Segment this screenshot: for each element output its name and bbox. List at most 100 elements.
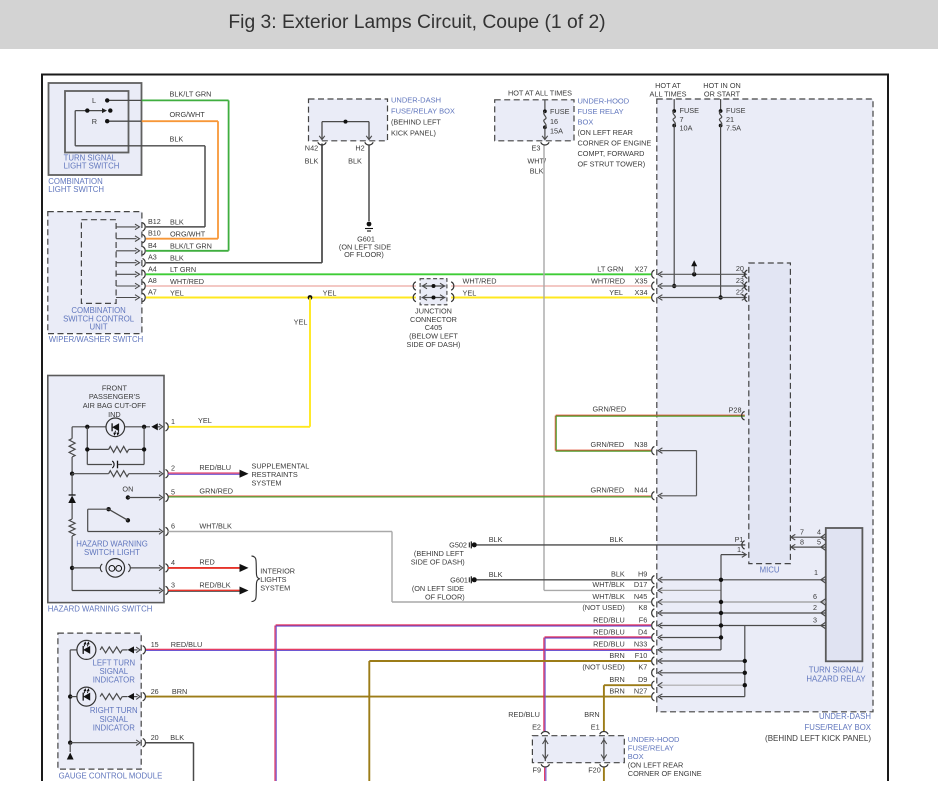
svg-text:F9: F9 [532, 766, 541, 775]
svg-text:H2: H2 [355, 144, 364, 153]
svg-text:4: 4 [171, 558, 175, 567]
svg-text:B4: B4 [148, 241, 157, 250]
svg-text:1: 1 [171, 417, 175, 426]
svg-text:FUSE/RELAY BOX: FUSE/RELAY BOX [391, 106, 455, 115]
svg-text:N27: N27 [634, 686, 647, 695]
svg-text:X27: X27 [635, 264, 648, 273]
svg-text:RED/BLK: RED/BLK [199, 580, 230, 589]
svg-text:E2: E2 [532, 723, 541, 732]
svg-text:Fig 3: Exterior Lamps Circuit,: Fig 3: Exterior Lamps Circuit, Coupe (1 … [228, 12, 605, 33]
svg-text:A7: A7 [148, 288, 157, 297]
svg-text:16: 16 [550, 117, 558, 126]
svg-text:26: 26 [151, 687, 159, 696]
svg-text:2: 2 [171, 464, 175, 473]
svg-text:F6: F6 [639, 615, 648, 624]
svg-text:BLK/LT GRN: BLK/LT GRN [170, 242, 212, 251]
svg-text:N45: N45 [634, 592, 647, 601]
svg-text:ALL TIMES: ALL TIMES [650, 90, 687, 99]
svg-text:YEL: YEL [323, 288, 337, 297]
svg-text:SYSTEM: SYSTEM [252, 478, 282, 487]
svg-text:23: 23 [736, 276, 744, 285]
svg-text:UNIT: UNIT [89, 323, 107, 332]
svg-text:WHT/BLK: WHT/BLK [592, 592, 625, 601]
svg-text:BLK: BLK [170, 218, 184, 227]
svg-text:7.5A: 7.5A [726, 124, 741, 133]
svg-text:OF FLOOR): OF FLOOR) [425, 592, 465, 601]
svg-text:GRN/RED: GRN/RED [591, 440, 625, 449]
svg-text:SIDE OF DASH): SIDE OF DASH) [411, 557, 465, 566]
svg-text:GRN/RED: GRN/RED [199, 486, 233, 495]
svg-text:YEL: YEL [198, 416, 212, 425]
svg-text:3: 3 [171, 581, 175, 590]
svg-text:KICK PANEL): KICK PANEL) [391, 128, 436, 137]
svg-text:ORG/WHT: ORG/WHT [170, 230, 206, 239]
svg-text:HOT AT ALL TIMES: HOT AT ALL TIMES [508, 88, 572, 97]
svg-text:D4: D4 [638, 627, 647, 636]
svg-text:SWITCH LIGHT: SWITCH LIGHT [84, 548, 140, 557]
svg-text:RED/BLU: RED/BLU [508, 710, 540, 719]
svg-text:INDICATOR: INDICATOR [93, 676, 136, 685]
svg-text:FUSE: FUSE [726, 106, 746, 115]
svg-text:BLK: BLK [610, 535, 624, 544]
svg-text:6: 6 [813, 592, 817, 601]
svg-text:6: 6 [171, 522, 175, 531]
svg-text:2: 2 [813, 603, 817, 612]
svg-text:(NOT USED): (NOT USED) [582, 603, 624, 612]
svg-text:BLK: BLK [489, 535, 503, 544]
svg-text:A3: A3 [148, 253, 157, 262]
svg-text:K7: K7 [638, 663, 647, 672]
svg-text:K8: K8 [638, 603, 647, 612]
svg-text:B10: B10 [148, 229, 161, 238]
svg-text:X35: X35 [635, 276, 648, 285]
svg-text:HAZARD RELAY: HAZARD RELAY [806, 675, 866, 684]
svg-text:N44: N44 [634, 485, 647, 494]
svg-text:OF FLOOR): OF FLOOR) [344, 250, 384, 259]
svg-text:RED/BLU: RED/BLU [171, 640, 203, 649]
svg-text:BLK: BLK [348, 157, 362, 166]
svg-text:CORNER OF ENGINE: CORNER OF ENGINE [578, 139, 652, 148]
svg-text:FUSE/RELAY BOX: FUSE/RELAY BOX [805, 723, 872, 732]
svg-text:X34: X34 [635, 288, 648, 297]
svg-text:BLK: BLK [530, 166, 544, 175]
svg-text:15: 15 [151, 640, 159, 649]
svg-text:INDICATOR: INDICATOR [93, 724, 136, 733]
svg-text:(NOT USED): (NOT USED) [582, 663, 624, 672]
svg-text:SIGNAL: SIGNAL [99, 715, 128, 724]
svg-text:F20: F20 [588, 766, 601, 775]
svg-text:WHT/BLK: WHT/BLK [199, 521, 232, 530]
svg-text:CORNER OF ENGINE: CORNER OF ENGINE [628, 769, 702, 778]
svg-text:BLK: BLK [170, 733, 184, 742]
svg-text:LIGHT SWITCH: LIGHT SWITCH [48, 185, 104, 194]
svg-text:A4: A4 [148, 264, 157, 273]
svg-text:D9: D9 [638, 675, 647, 684]
svg-text:5: 5 [817, 537, 821, 546]
svg-text:BRN: BRN [609, 686, 624, 695]
svg-text:20: 20 [736, 264, 744, 273]
svg-text:BRN: BRN [584, 710, 599, 719]
svg-text:OR START: OR START [704, 90, 741, 99]
svg-text:PASSENGER'S: PASSENGER'S [89, 392, 140, 401]
svg-text:BLK: BLK [489, 570, 503, 579]
svg-text:22: 22 [736, 287, 744, 296]
svg-text:A8: A8 [148, 276, 157, 285]
svg-text:BLK: BLK [170, 135, 184, 144]
svg-text:N33: N33 [634, 640, 647, 649]
svg-text:BOX: BOX [578, 118, 594, 127]
svg-text:LT GRN: LT GRN [170, 265, 196, 274]
svg-text:BLK: BLK [170, 254, 184, 263]
svg-text:YEL: YEL [609, 288, 623, 297]
svg-text:FUSE RELAY: FUSE RELAY [578, 107, 624, 116]
svg-text:8: 8 [800, 537, 804, 546]
svg-text:FRONT: FRONT [102, 383, 128, 392]
svg-text:RED/BLU: RED/BLU [199, 463, 231, 472]
svg-text:WHT/RED: WHT/RED [463, 276, 497, 285]
svg-text:4: 4 [817, 527, 821, 536]
svg-text:OF STRUT TOWER): OF STRUT TOWER) [578, 160, 646, 169]
svg-text:GAUGE CONTROL MODULE: GAUGE CONTROL MODULE [59, 771, 163, 780]
svg-text:BRN: BRN [172, 687, 187, 696]
svg-text:D17: D17 [634, 580, 647, 589]
svg-text:FUSE: FUSE [550, 107, 570, 116]
svg-text:5: 5 [171, 488, 175, 497]
svg-text:TURN SIGNAL/: TURN SIGNAL/ [809, 666, 864, 675]
svg-text:P1: P1 [735, 535, 744, 544]
